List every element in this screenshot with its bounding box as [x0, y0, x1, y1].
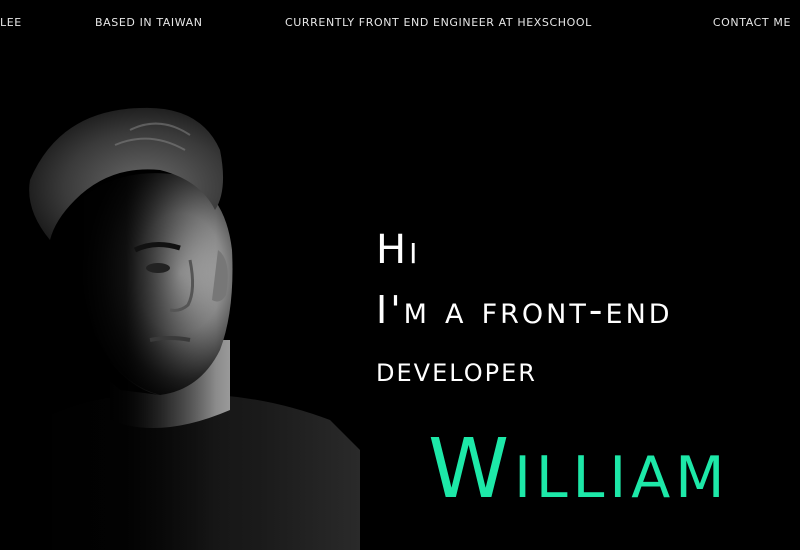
role-line-2: developer — [376, 350, 537, 390]
greeting-text: Hi — [376, 227, 421, 273]
developer-name: William — [428, 422, 730, 517]
role-line-1: I'm a front-end — [376, 288, 673, 332]
top-navigation: LEE BASED IN TAIWAN CURRENTLY FRONT END … — [0, 0, 800, 46]
portrait-photo — [0, 90, 360, 550]
contact-me-link[interactable]: CONTACT ME — [713, 16, 791, 30]
nav-location-text: BASED IN TAIWAN — [95, 16, 203, 29]
nav-current-role-text: CURRENTLY FRONT END ENGINEER AT HEXSCHOO… — [285, 16, 592, 29]
nav-name-link[interactable]: LEE — [0, 16, 22, 30]
intro-heading: Hi I'm a front-end developer — [376, 220, 796, 400]
